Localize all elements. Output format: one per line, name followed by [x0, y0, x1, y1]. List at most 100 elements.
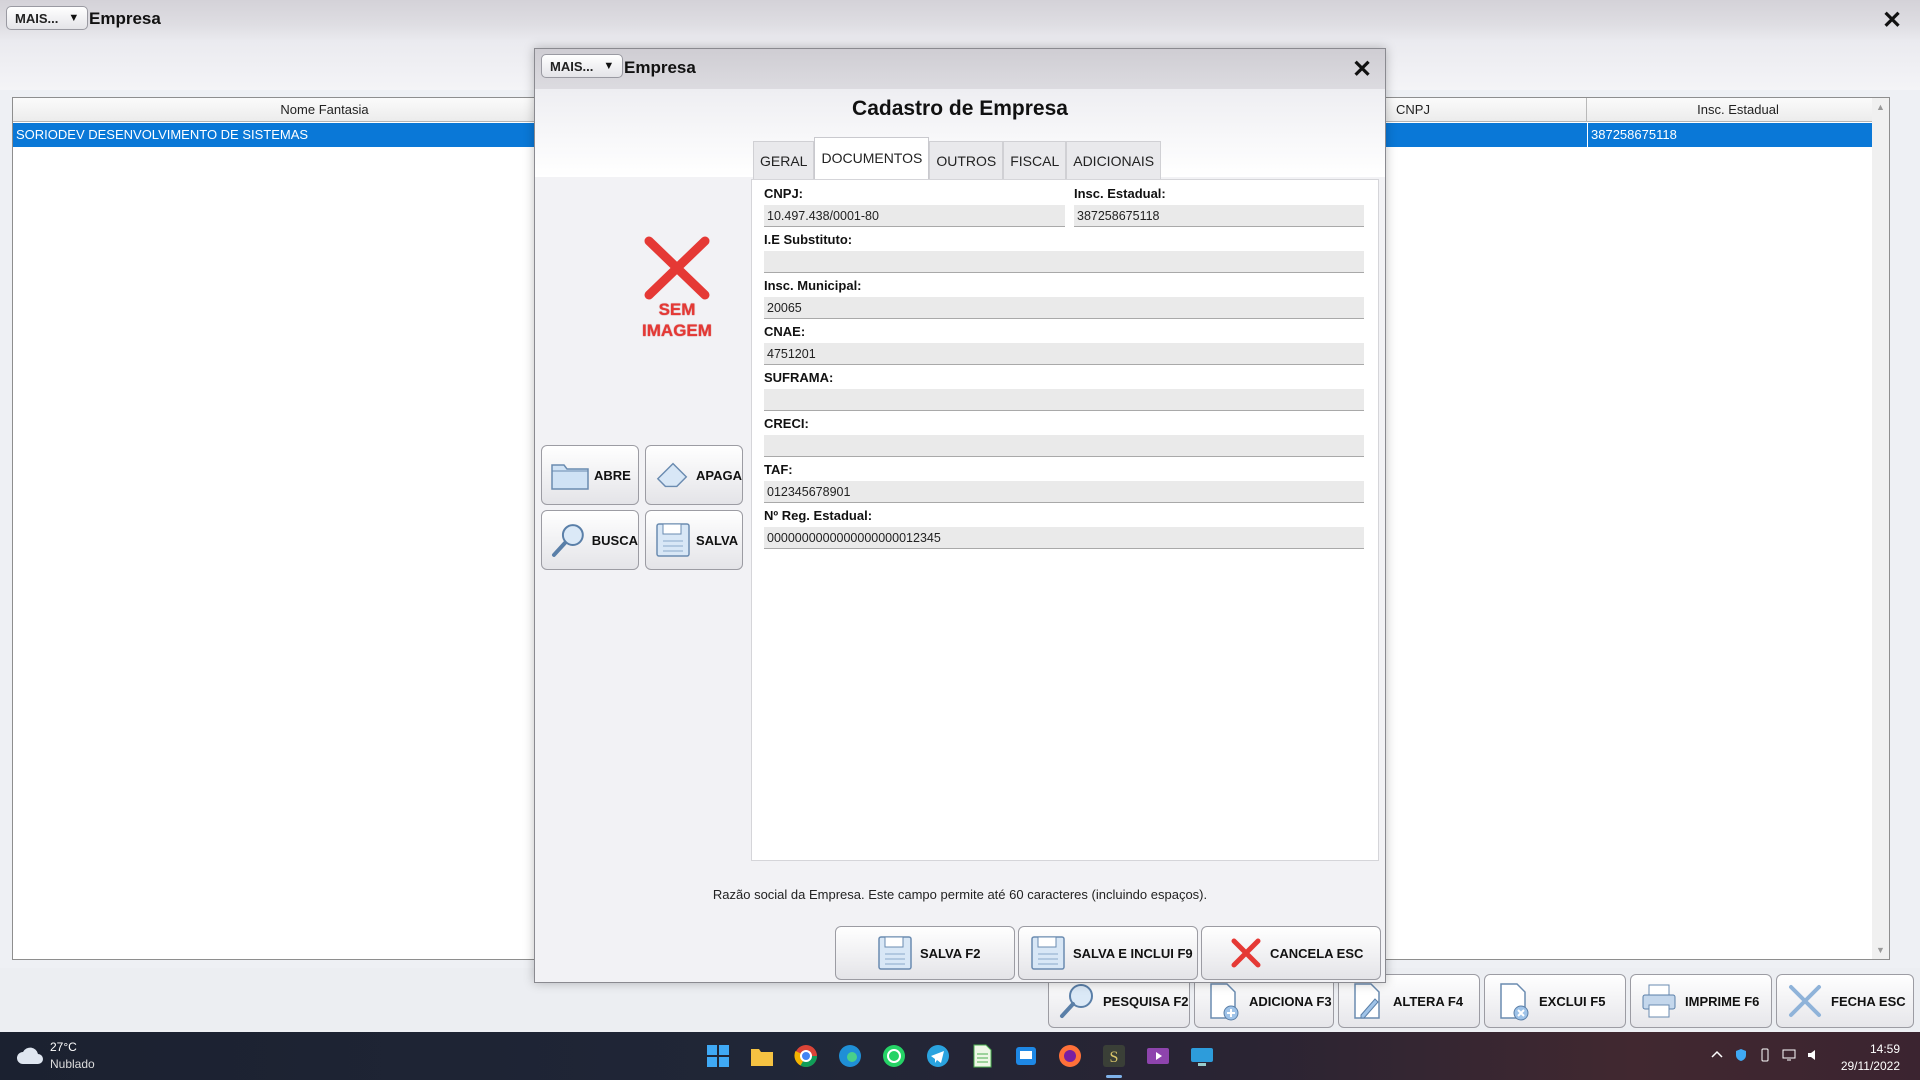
field-hint: Razão social da Empresa. Este campo perm…: [712, 887, 1208, 902]
file-explorer-icon[interactable]: [748, 1042, 776, 1070]
windows-taskbar: 27°C Nublado S 14:59 29/11/2022: [0, 1032, 1920, 1080]
cancela-button[interactable]: CANCELA ESC: [1201, 926, 1381, 980]
tab-geral[interactable]: GERAL: [753, 141, 815, 179]
tab-adicionais[interactable]: ADICIONAIS: [1066, 141, 1162, 179]
scroll-down-icon[interactable]: ▼: [1876, 945, 1885, 955]
cancel-x-icon: [1231, 938, 1261, 968]
whatsapp-icon[interactable]: [880, 1042, 908, 1070]
chevron-down-icon: ▼: [603, 60, 615, 72]
dialog-title: Empresa: [624, 58, 696, 77]
svg-text:S: S: [1110, 1049, 1119, 1066]
floppy-disk-icon: [1031, 936, 1065, 970]
imprime-button[interactable]: IMPRIME F6: [1630, 974, 1772, 1028]
cloud-icon[interactable]: [16, 1046, 44, 1066]
tab-documentos[interactable]: DOCUMENTOS: [814, 137, 930, 179]
chevron-up-icon[interactable]: [1710, 1048, 1724, 1062]
suframa-field[interactable]: [764, 389, 1364, 411]
tab-outros[interactable]: OUTROS: [929, 141, 1004, 179]
floppy-disk-icon: [656, 523, 690, 557]
salva-f2-button[interactable]: SALVA F2: [835, 926, 1015, 980]
add-document-icon: [1210, 983, 1239, 1021]
cancela-label: CANCELA ESC: [1270, 945, 1364, 961]
taf-label: TAF:: [764, 462, 793, 477]
app-icon[interactable]: [1012, 1042, 1040, 1070]
scroll-up-icon[interactable]: ▲: [1876, 102, 1885, 112]
close-icon[interactable]: ✕: [1882, 6, 1902, 35]
page-title: Cadastro de Empresa: [852, 97, 1068, 120]
taf-field[interactable]: [764, 481, 1364, 503]
exclui-button[interactable]: EXCLUI F5: [1484, 974, 1626, 1028]
close-icon[interactable]: ✕: [1352, 55, 1372, 84]
telegram-icon[interactable]: [924, 1042, 952, 1070]
folder-icon: [551, 464, 589, 490]
ie-substituto-field[interactable]: [764, 251, 1364, 273]
suframa-label: SUFRAMA:: [764, 370, 834, 385]
insc-municipal-field[interactable]: [764, 297, 1364, 319]
remote-desktop-icon[interactable]: [1188, 1042, 1216, 1070]
no-image-line2: IMAGEM: [642, 321, 712, 340]
no-image-line1: SEM: [658, 300, 696, 319]
clock-time[interactable]: 14:59: [1830, 1042, 1900, 1056]
main-mais-button[interactable]: MAIS... ▼: [6, 6, 89, 30]
clock-date[interactable]: 29/11/2022: [1830, 1059, 1900, 1073]
cnae-field[interactable]: [764, 343, 1364, 365]
creci-field[interactable]: [764, 435, 1364, 457]
edit-document-icon: [1354, 983, 1380, 1019]
delete-document-icon: [1500, 983, 1529, 1021]
company-logo-placeholder: SEM IMAGEM: [591, 231, 763, 351]
cadastro-empresa-dialog: MAIS... ▼ Empresa ✕ Cadastro de Empresa …: [534, 48, 1386, 983]
imprime-label: IMPRIME F6: [1685, 993, 1760, 1009]
salva-button[interactable]: SALVA: [645, 510, 743, 570]
fecha-label: FECHA ESC: [1831, 993, 1906, 1009]
column-header-insc-estadual[interactable]: Insc. Estadual: [1587, 98, 1889, 122]
cnpj-label: CNPJ:: [764, 186, 804, 201]
shield-icon[interactable]: [1734, 1048, 1748, 1062]
main-mais-label: MAIS...: [15, 10, 59, 26]
magnifier-icon: [1060, 984, 1093, 1018]
floppy-disk-icon: [878, 936, 912, 970]
usb-icon[interactable]: [1758, 1048, 1772, 1062]
salva-label: SALVA: [696, 532, 739, 548]
weather-description[interactable]: Nublado: [50, 1057, 95, 1071]
reg-estadual-label: Nº Reg. Estadual:: [764, 508, 873, 523]
dialog-titlebar: MAIS... ▼ Empresa ✕: [535, 49, 1385, 89]
apaga-button[interactable]: APAGA: [645, 445, 743, 505]
dialog-mais-label: MAIS...: [550, 58, 594, 74]
abre-label: ABRE: [594, 467, 631, 483]
fecha-button[interactable]: FECHA ESC: [1776, 974, 1914, 1028]
documentos-panel: CNPJ: Insc. Estadual: I.E Substituto: In…: [751, 179, 1379, 861]
spreadsheet-icon[interactable]: [968, 1042, 996, 1070]
no-image-text: SEM IMAGEM: [591, 299, 763, 341]
weather-temperature[interactable]: 27°C: [50, 1040, 77, 1054]
chrome-icon[interactable]: [792, 1042, 820, 1070]
start-icon[interactable]: [704, 1042, 732, 1070]
salva-e-inclui-label: SALVA E INCLUI F9: [1073, 945, 1193, 961]
creci-label: CRECI:: [764, 416, 809, 431]
salva-e-inclui-button[interactable]: SALVA E INCLUI F9: [1018, 926, 1198, 980]
vertical-scrollbar[interactable]: ▲ ▼: [1872, 98, 1889, 959]
cnpj-field[interactable]: [764, 205, 1065, 227]
dialog-tabs: GERAL DOCUMENTOS OUTROS FISCAL ADICIONAI…: [753, 137, 1162, 179]
busca-button[interactable]: BUSCA: [541, 510, 639, 570]
apaga-label: APAGA: [696, 467, 742, 483]
volume-icon[interactable]: [1806, 1048, 1820, 1062]
firefox-icon[interactable]: [1056, 1042, 1084, 1070]
printer-icon: [1642, 984, 1676, 1018]
media-icon[interactable]: [1144, 1042, 1172, 1070]
insc-estadual-field[interactable]: [1074, 205, 1364, 227]
soriodev-icon[interactable]: S: [1100, 1042, 1128, 1070]
abre-button[interactable]: ABRE: [541, 445, 639, 505]
insc-estadual-label: Insc. Estadual:: [1074, 186, 1166, 201]
chevron-down-icon: ▼: [68, 12, 80, 24]
dialog-mais-button[interactable]: MAIS... ▼: [541, 54, 624, 78]
edge-icon[interactable]: [836, 1042, 864, 1070]
ie-substituto-label: I.E Substituto:: [764, 232, 853, 247]
pesquisa-label: PESQUISA F2: [1103, 993, 1189, 1009]
exclui-label: EXCLUI F5: [1539, 993, 1606, 1009]
altera-label: ALTERA F4: [1393, 993, 1464, 1009]
tab-fiscal[interactable]: FISCAL: [1003, 141, 1067, 179]
row-insc-estadual: 387258675118: [1587, 123, 1889, 147]
close-x-icon: [1789, 985, 1821, 1017]
reg-estadual-field[interactable]: [764, 527, 1364, 549]
network-icon[interactable]: [1782, 1048, 1796, 1062]
